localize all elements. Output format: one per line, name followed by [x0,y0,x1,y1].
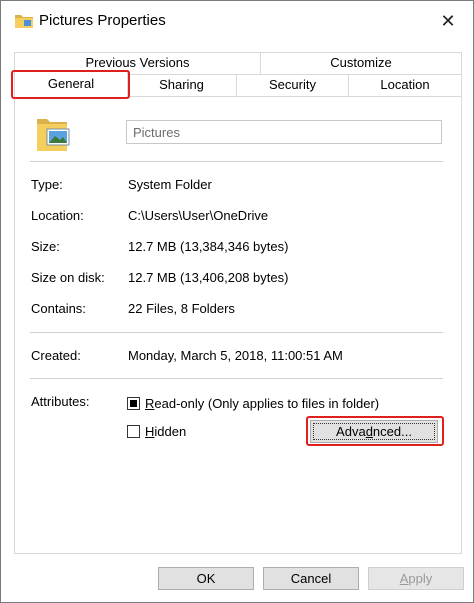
readonly-checkbox[interactable] [127,397,140,410]
ok-label: OK [196,571,216,586]
title-bar: Pictures Properties ✕ [1,1,473,41]
readonly-accel: R [145,396,155,411]
tab-customize[interactable]: Customize [260,52,462,75]
tab-location[interactable]: Location [348,74,462,97]
tab-label: Security [269,77,316,92]
cancel-label: Cancel [290,571,332,586]
type-value: System Folder [128,177,212,192]
size-value: 12.7 MB (13,384,346 bytes) [128,239,289,254]
tab-label: Previous Versions [85,55,190,70]
folder-name-field[interactable] [126,120,442,144]
window-title: Pictures Properties [39,12,166,29]
ok-button[interactable]: OK [158,567,254,590]
apply-button[interactable]: Apply [368,567,464,590]
properties-dialog: Pictures Properties ✕ Previous Versions … [0,0,474,603]
created-label: Created: [31,348,81,363]
advanced-button[interactable]: Advadnced... [310,420,438,443]
created-value: Monday, March 5, 2018, 11:00:51 AM [128,348,343,363]
close-icon: ✕ [440,10,456,31]
tab-label: Customize [330,55,392,70]
separator [30,378,443,379]
type-label: Type: [31,177,63,192]
tab-label: Sharing [159,77,204,92]
size-label: Size: [31,239,60,254]
readonly-text: ead-only (Only applies to files in folde… [154,396,380,411]
tab-security[interactable]: Security [236,74,349,97]
tab-label: Location [380,77,430,92]
attributes-label: Attributes: [31,394,90,409]
tab-sharing[interactable]: Sharing [126,74,237,97]
general-panel: Type: System Folder Location: C:\Users\U… [14,96,462,554]
contains-value: 22 Files, 8 Folders [128,301,235,316]
readonly-label[interactable]: Read-only (Only applies to files in fold… [145,396,379,411]
separator [30,332,443,333]
hidden-checkbox[interactable] [127,425,140,438]
cancel-button[interactable]: Cancel [263,567,359,590]
pictures-folder-icon [37,119,70,151]
tab-general[interactable]: General [14,71,128,98]
hidden-label[interactable]: Hidden [145,424,186,439]
folder-icon [15,15,33,28]
hidden-text: idden [154,424,187,439]
size-on-disk-label: Size on disk: [31,270,105,285]
location-value: C:\Users\User\OneDrive [128,208,269,223]
hidden-accel: H [145,424,155,439]
apply-label: pply [408,571,433,586]
separator [30,161,443,162]
close-button[interactable]: ✕ [433,7,463,35]
tab-label: General [47,76,95,91]
contains-label: Contains: [31,301,86,316]
location-label: Location: [31,208,84,223]
size-on-disk-value: 12.7 MB (13,406,208 bytes) [128,270,289,285]
focus-rect [313,423,435,440]
